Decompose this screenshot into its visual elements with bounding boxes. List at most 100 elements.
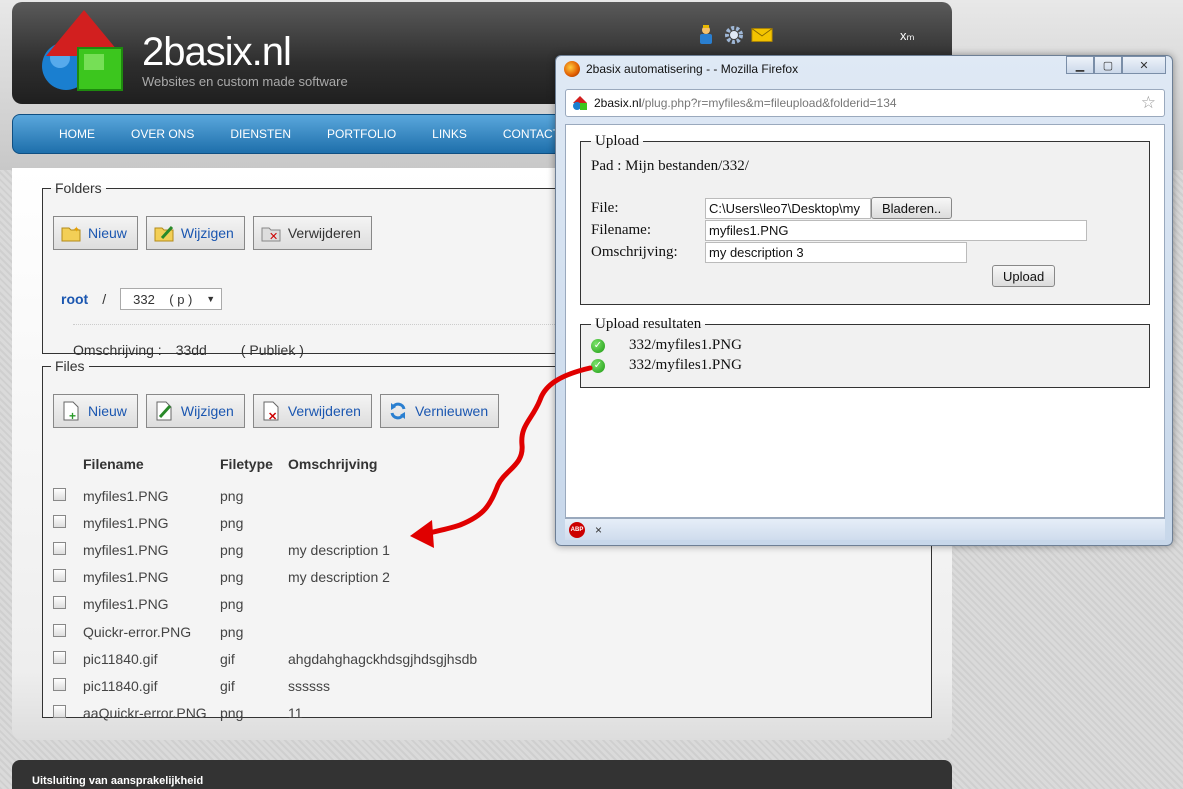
table-row[interactable]: Quickr-error.PNG png [53, 618, 489, 645]
footer-disclaimer-link[interactable]: Uitsluiting van aansprakelijkheid [32, 775, 203, 787]
file-edit-icon [153, 400, 175, 422]
row-filetype: png [220, 705, 244, 722]
row-description: ahgdahghagckhdsgjhdsgjhsdb [288, 650, 478, 667]
breadcrumb-separator: / [102, 291, 107, 307]
chevron-down-icon: ▼ [206, 294, 216, 304]
brand-logo[interactable] [36, 8, 136, 96]
folders-legend: Folders [55, 180, 102, 196]
file-refresh-button[interactable]: Vernieuwen [379, 394, 500, 428]
result-item: ✓ 332/myfiles1.PNG [591, 337, 742, 354]
row-filename: Quickr-error.PNG [83, 623, 192, 640]
breadcrumb-root-link[interactable]: root [61, 291, 88, 307]
url-host: 2basix.nl [594, 96, 642, 110]
folder-edit-button[interactable]: Wijzigen [145, 216, 245, 250]
close-button[interactable]: ✕ [1122, 56, 1166, 74]
filename-column-header[interactable]: Filename [83, 454, 220, 482]
folder-description-value: 33dd [175, 342, 207, 358]
filename-label: Filename: [591, 222, 651, 238]
nav-diensten[interactable]: DIENSTEN [230, 127, 291, 141]
nav-contact[interactable]: CONTACT [503, 127, 560, 141]
row-filetype: png [220, 487, 244, 504]
folder-delete-label: Verwijderen [287, 225, 361, 241]
row-checkbox-cell [53, 700, 83, 727]
bookmark-star-icon[interactable]: ☆ [1141, 93, 1156, 113]
folder-description-label: Omschrijving : [73, 342, 162, 358]
folder-delete-button[interactable]: ✕ Verwijderen [252, 216, 372, 250]
description-input[interactable]: my description 3 [705, 242, 967, 263]
row-checkbox[interactable] [53, 514, 66, 528]
upload-button[interactable]: Upload [992, 265, 1056, 287]
file-edit-label: Wijzigen [180, 403, 234, 419]
file-edit-button[interactable]: Wijzigen [145, 394, 245, 428]
folder-description: Omschrijving : 33dd ( Publiek ) [73, 342, 304, 358]
row-checkbox[interactable] [53, 677, 66, 691]
brand-name[interactable]: 2basix.nl [142, 30, 292, 75]
status-bar: ABP × [565, 518, 1165, 540]
nav-portfolio[interactable]: PORTFOLIO [327, 127, 396, 141]
row-filename: myfiles1.PNG [83, 487, 169, 504]
row-checkbox[interactable] [53, 569, 66, 583]
table-row[interactable]: myfiles1.PNG png [53, 509, 489, 536]
checkbox-column-header [53, 454, 83, 482]
table-row[interactable]: myfiles1.PNG png [53, 591, 489, 618]
firefox-icon [564, 61, 580, 77]
file-new-label: Nieuw [88, 403, 127, 419]
row-description [288, 591, 489, 618]
folder-breadcrumb: root / 332 ( p ) ▼ [61, 288, 223, 310]
row-checkbox-cell [53, 618, 83, 645]
file-label: File: [591, 199, 619, 216]
row-description [288, 482, 489, 509]
row-checkbox[interactable] [53, 541, 66, 555]
row-checkbox-cell [53, 509, 83, 536]
row-filetype: png [220, 541, 244, 558]
folder-delete-icon: ✕ [260, 222, 282, 244]
row-checkbox[interactable] [53, 623, 66, 637]
row-checkbox[interactable] [53, 705, 66, 719]
window-controls: ▁ ▢ ✕ [1066, 56, 1166, 74]
user-menu-icon[interactable]: xₘ [900, 28, 915, 44]
address-bar[interactable]: 2basix.nl/plug.php?r=myfiles&m=fileuploa… [565, 89, 1165, 117]
mail-icon[interactable] [751, 24, 773, 46]
nav-home[interactable]: HOME [59, 127, 95, 141]
row-filename: aaQuickr-error.PNG [83, 705, 207, 722]
row-checkbox[interactable] [53, 650, 66, 664]
table-row[interactable]: pic11840.gif gif ssssss [53, 672, 489, 699]
table-row[interactable]: myfiles1.PNG png my description 2 [53, 564, 489, 591]
site-footer: Uitsluiting van aansprakelijkheid [12, 760, 952, 789]
gear-icon[interactable] [723, 24, 745, 46]
row-filename: pic11840.gif [83, 650, 158, 667]
minimize-button[interactable]: ▁ [1066, 56, 1094, 74]
row-filename: myfiles1.PNG [83, 596, 169, 613]
description-label: Omschrijving: [591, 244, 678, 260]
nav-links[interactable]: LINKS [432, 127, 467, 141]
nav-over-ons[interactable]: OVER ONS [131, 127, 194, 141]
folder-new-button[interactable]: ✦ Nieuw [53, 216, 138, 250]
table-row[interactable]: pic11840.gif gif ahgdahghagckhdsgjhdsgjhsd… [53, 645, 489, 672]
browse-button[interactable]: Bladeren.. [871, 197, 953, 219]
table-row[interactable]: myfiles1.PNG png my description 1 [53, 536, 489, 563]
success-check-icon: ✓ [591, 358, 605, 373]
user-icon[interactable] [695, 24, 717, 46]
row-filename: myfiles1.PNG [83, 541, 169, 558]
table-row[interactable]: aaQuickr-error.PNG png 11 [53, 700, 489, 727]
maximize-button[interactable]: ▢ [1094, 56, 1122, 74]
row-checkbox[interactable] [53, 487, 66, 501]
filetype-column-header[interactable]: Filetype [220, 454, 288, 482]
folder-select[interactable]: 332 ( p ) ▼ [120, 288, 223, 310]
url-path: /plug.php?r=myfiles&m=fileupload&folderi… [641, 96, 897, 110]
file-delete-button[interactable]: ✕ Verwijderen [252, 394, 372, 428]
folder-select-suffix: ( p ) [169, 291, 193, 307]
file-path-input[interactable]: C:\Users\leo7\Desktop\my [705, 197, 871, 219]
svg-text:✕: ✕ [268, 411, 277, 421]
filename-input[interactable]: myfiles1.PNG [705, 220, 1087, 241]
row-checkbox-cell [53, 591, 83, 618]
row-checkbox[interactable] [53, 596, 66, 610]
row-filename: myfiles1.PNG [83, 569, 169, 586]
status-close-icon[interactable]: × [595, 523, 602, 537]
description-column-header[interactable]: Omschrijving [288, 454, 489, 482]
adblock-icon[interactable]: ABP [569, 521, 585, 538]
file-new-button[interactable]: + Nieuw [53, 394, 138, 428]
window-title: 2basix automatisering - - Mozilla Firefo… [586, 62, 799, 76]
table-row[interactable]: myfiles1.PNG png [53, 482, 489, 509]
firefox-popup-window: 2basix automatisering - - Mozilla Firefo… [555, 55, 1173, 546]
